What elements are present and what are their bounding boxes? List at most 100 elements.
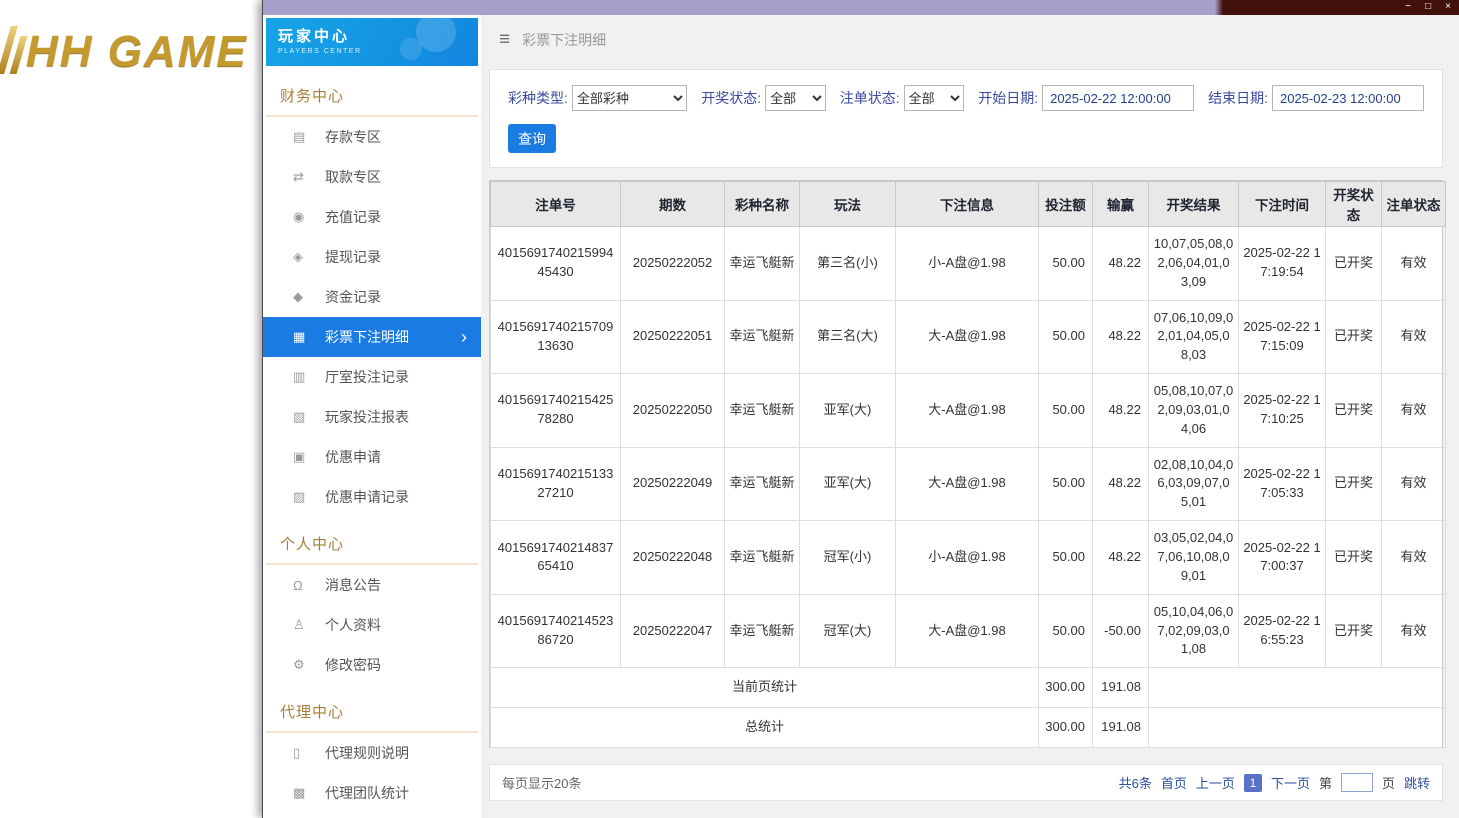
- table-cell: 幸运飞艇新: [724, 593, 800, 669]
- search-button[interactable]: 查询: [508, 124, 556, 153]
- column-header: 开奖结果: [1148, 181, 1239, 227]
- prev-page-link[interactable]: 上一页: [1196, 773, 1235, 792]
- table-cell: 有效: [1381, 373, 1446, 448]
- table-cell: 20250222048: [620, 520, 725, 595]
- table-row: 401569174021513327210 20250222049 幸运飞艇新 亚军(…: [490, 446, 1446, 522]
- end-date-input[interactable]: [1271, 85, 1424, 111]
- sidebar-item[interactable]: ▥ 厅室投注记录: [263, 357, 481, 397]
- app-window: − □ × 玩家中心 PLAYERS CENTER 财务中心 ▤ 存款专区 ⇄ 取款专区…: [262, 0, 1459, 818]
- table-cell: 幸运飞艇新: [724, 520, 800, 595]
- table-cell: 第三名(大): [799, 299, 896, 375]
- table-cell: 2025-02-22 17:19:54: [1238, 226, 1326, 301]
- next-page-link[interactable]: 下一页: [1271, 773, 1310, 792]
- sidebar-item[interactable]: ▩ 代理团队统计: [263, 773, 481, 813]
- jump-page-input[interactable]: [1340, 773, 1373, 793]
- sidebar-item-label: 消息公告: [325, 577, 381, 593]
- window-close-button[interactable]: ×: [1445, 0, 1451, 15]
- announcement-bell-icon: Ω: [293, 577, 303, 593]
- table-cell: 幸运飞艇新: [724, 226, 800, 301]
- sidebar-item[interactable]: ◉ 充值记录: [263, 197, 481, 237]
- section-title: 代理中心: [266, 685, 478, 733]
- column-header: 下注时间: [1238, 181, 1326, 227]
- table-cell: 冠军(大): [799, 593, 896, 669]
- players-center-subtitle: PLAYERS CENTER: [278, 48, 362, 55]
- sidebar-item[interactable]: ▦ 彩票下注明细 ›: [263, 317, 481, 357]
- table-cell: 2025-02-22 17:05:33: [1238, 446, 1326, 522]
- sidebar-item[interactable]: ▧ 玩家投注报表: [263, 397, 481, 437]
- main-content: ≡ 彩票下注明细 彩种类型: 全部彩种 开奖状态: 全部 注单状态: 全部 开始…: [481, 15, 1459, 818]
- sidebar-item[interactable]: ▨ 优惠申请记录: [263, 477, 481, 517]
- table-cell: 已开奖: [1325, 446, 1382, 522]
- table-cell: 有效: [1381, 593, 1446, 669]
- end-date-label: 结束日期:: [1208, 90, 1268, 106]
- table-cell: 大-A盘@1.98: [895, 373, 1039, 448]
- table-cell: 2025-02-22 17:10:25: [1238, 373, 1326, 448]
- table-cell: 亚军(大): [799, 446, 896, 522]
- draw-status-select[interactable]: 全部: [765, 85, 826, 111]
- sidebar-item[interactable]: ◈ 提现记录: [263, 237, 481, 277]
- table-cell: 亚军(大): [799, 373, 896, 448]
- sidebar-item-label: 代理团队统计: [325, 785, 409, 801]
- window-minimize-button[interactable]: −: [1405, 0, 1411, 15]
- first-page-link[interactable]: 首页: [1161, 773, 1187, 792]
- sidebar-item-label: 个人资料: [325, 617, 381, 633]
- table-cell: 幸运飞艇新: [724, 446, 800, 522]
- column-header: 输赢: [1092, 181, 1149, 227]
- sidebar-item[interactable]: ♙ 个人资料: [263, 605, 481, 645]
- jump-action-link[interactable]: 跳转: [1404, 773, 1430, 792]
- table-cell: 已开奖: [1325, 226, 1382, 301]
- table-cell: 已开奖: [1325, 373, 1382, 448]
- sidebar-item-label: 优惠申请记录: [325, 489, 409, 505]
- filter-panel: 彩种类型: 全部彩种 开奖状态: 全部 注单状态: 全部 开始日期: 结束日期:: [489, 69, 1443, 168]
- current-page-badge[interactable]: 1: [1243, 773, 1262, 792]
- sidebar-item[interactable]: ▤ 存款专区: [263, 117, 481, 157]
- page: HH GAME − □ × 玩家中心 PLAYERS CENTER 财务中心 ▤ 存…: [0, 0, 1459, 818]
- table-cell: 48.22: [1092, 226, 1149, 301]
- jump-prefix-label: 第: [1318, 776, 1332, 792]
- table-cell: 20250222047: [620, 593, 725, 669]
- sidebar-item[interactable]: ▯ 代理规则说明: [263, 733, 481, 773]
- table-cell: 已开奖: [1325, 593, 1382, 669]
- table-cell: 2025-02-22 17:00:37: [1238, 520, 1326, 595]
- table-cell: 大-A盘@1.98: [895, 593, 1039, 669]
- site-background: HH GAME: [0, 0, 262, 818]
- agent-rules-icon: ▯: [293, 745, 301, 760]
- column-header: 注单状态: [1381, 181, 1446, 227]
- table-cell: -50.00: [1092, 593, 1149, 669]
- order-status-label: 注单状态:: [839, 90, 900, 106]
- section-title: 财务中心: [266, 69, 478, 117]
- table-cell: 10,07,05,08,02,06,04,01,03,09: [1148, 226, 1239, 301]
- jump-suffix-label: 页: [1381, 776, 1395, 792]
- sidebar-item[interactable]: ◆ 资金记录: [263, 277, 481, 317]
- table-cell: 20250222049: [620, 446, 725, 522]
- window-maximize-button[interactable]: □: [1425, 0, 1431, 15]
- decorative-circle: [416, 18, 456, 52]
- table-cell: 401569174021599445430: [490, 226, 621, 301]
- table-cell: 冠军(小): [799, 520, 896, 595]
- table-cell: 小-A盘@1.98: [895, 226, 1039, 301]
- table-cell: 幸运飞艇新: [724, 299, 800, 375]
- table-cell: 03,05,02,04,07,06,10,08,09,01: [1148, 520, 1239, 595]
- sidebar-item-label: 修改密码: [325, 657, 381, 673]
- sidebar-item[interactable]: ⇄ 取款专区: [263, 157, 481, 197]
- table-cell: 50.00: [1038, 593, 1093, 669]
- topbar: ≡ 彩票下注明细: [481, 15, 1459, 65]
- sidebar-item[interactable]: ▣ 优惠申请: [263, 437, 481, 477]
- start-date-input[interactable]: [1042, 85, 1195, 111]
- lottery-type-select[interactable]: 全部彩种: [571, 85, 688, 111]
- lottery-type-label: 彩种类型:: [508, 90, 568, 106]
- grand-summary-empty: [1148, 707, 1446, 749]
- sidebar-item-label: 充值记录: [325, 209, 381, 225]
- table-cell: 48.22: [1092, 373, 1149, 448]
- table-cell: 401569174021570913630: [490, 299, 621, 375]
- sidebar-header: 玩家中心 PLAYERS CENTER: [266, 18, 478, 66]
- sidebar-item-label: 存款专区: [325, 129, 381, 145]
- menu-toggle-icon[interactable]: ≡: [499, 29, 510, 51]
- page-summary-bet-total: 300.00: [1038, 667, 1093, 709]
- table-cell: 有效: [1381, 520, 1446, 595]
- table-cell: 20250222052: [620, 226, 725, 301]
- sidebar-item[interactable]: ⚙ 修改密码: [263, 645, 481, 685]
- sidebar: 玩家中心 PLAYERS CENTER 财务中心 ▤ 存款专区 ⇄ 取款专区 ◉ 充值记录 ◈…: [263, 15, 481, 818]
- order-status-select[interactable]: 全部: [903, 85, 965, 111]
- sidebar-item[interactable]: Ω 消息公告: [263, 565, 481, 605]
